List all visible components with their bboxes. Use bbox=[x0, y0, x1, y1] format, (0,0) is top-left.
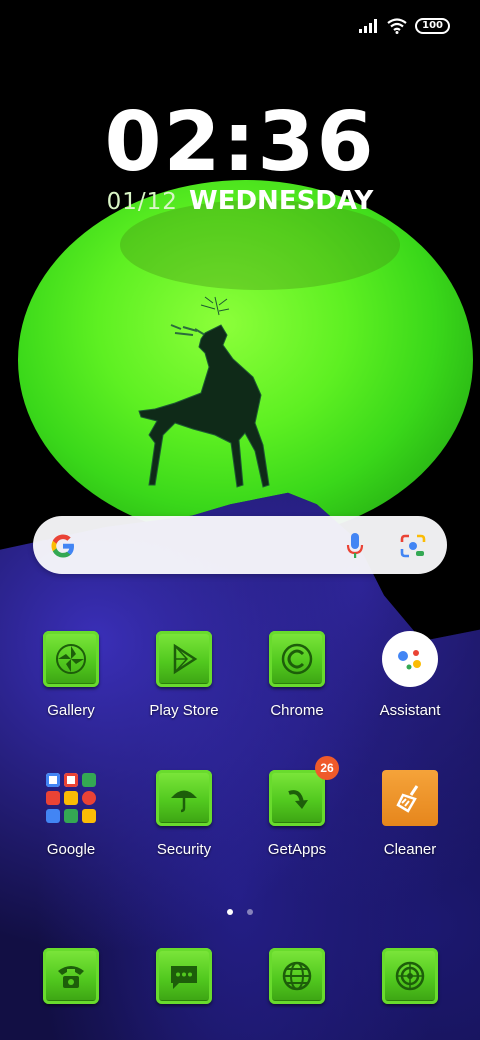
target-icon bbox=[382, 948, 438, 1004]
broom-icon bbox=[382, 770, 438, 826]
signal-bars-icon bbox=[359, 19, 378, 33]
assistant-dots-icon bbox=[382, 631, 438, 687]
wifi-icon bbox=[387, 18, 407, 34]
google-g-icon bbox=[51, 534, 74, 558]
copyright-circle-icon bbox=[269, 631, 325, 687]
play-triangle-icon bbox=[156, 631, 212, 687]
app-google-folder[interactable]: Google bbox=[16, 770, 126, 858]
page-dot-active bbox=[227, 909, 234, 915]
app-label: Security bbox=[156, 841, 212, 858]
pinwheel-icon bbox=[43, 631, 99, 687]
app-chrome[interactable]: Chrome bbox=[242, 631, 352, 719]
app-getapps[interactable]: 26 GetApps bbox=[242, 756, 352, 858]
dock-messages[interactable] bbox=[129, 948, 239, 1004]
app-security[interactable]: Security bbox=[129, 770, 239, 858]
page-indicator[interactable] bbox=[0, 900, 480, 919]
google-apps-folder-icon bbox=[43, 770, 99, 826]
app-assistant[interactable]: Assistant bbox=[355, 631, 465, 719]
deer-silhouette bbox=[138, 296, 270, 488]
umbrella-icon bbox=[156, 770, 212, 826]
curved-arrow-icon: 26 bbox=[269, 756, 339, 826]
app-label: Assistant bbox=[379, 702, 441, 719]
clock-time[interactable]: 02:36 bbox=[0, 95, 480, 190]
notification-badge: 26 bbox=[315, 756, 339, 780]
app-cleaner[interactable]: Cleaner bbox=[355, 770, 465, 858]
dock-browser[interactable] bbox=[242, 948, 352, 1004]
date-text: 01/12 bbox=[106, 189, 178, 215]
dock-phone[interactable] bbox=[16, 948, 126, 1004]
app-label: Google bbox=[46, 841, 96, 858]
microphone-icon[interactable] bbox=[345, 532, 365, 560]
app-label: GetApps bbox=[267, 841, 327, 858]
battery-indicator: 100 bbox=[415, 18, 450, 34]
google-search-bar[interactable] bbox=[33, 516, 447, 574]
app-label: Cleaner bbox=[383, 841, 437, 858]
app-play-store[interactable]: Play Store bbox=[129, 631, 239, 719]
message-bubble-icon bbox=[156, 948, 212, 1004]
weekday-text: WEDNESDAY bbox=[189, 186, 374, 216]
app-label: Chrome bbox=[270, 702, 324, 719]
telephone-icon bbox=[43, 948, 99, 1004]
app-gallery[interactable]: Gallery bbox=[16, 631, 126, 719]
app-label: Gallery bbox=[47, 702, 95, 719]
date-row[interactable]: 01/12 WEDNESDAY bbox=[0, 186, 480, 216]
status-bar: 100 bbox=[359, 18, 450, 34]
globe-icon bbox=[269, 948, 325, 1004]
page-dot bbox=[246, 909, 253, 915]
camera-lens-icon[interactable] bbox=[399, 533, 427, 559]
dock-camera[interactable] bbox=[355, 948, 465, 1004]
app-label: Play Store bbox=[149, 702, 219, 719]
